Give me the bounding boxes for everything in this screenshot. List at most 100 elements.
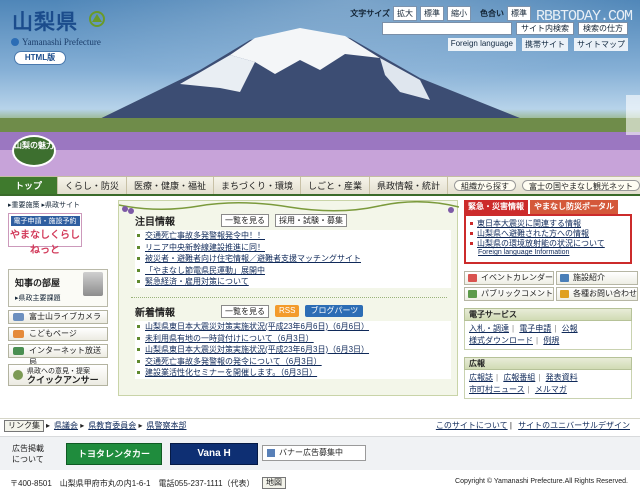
eservice-gazette-link[interactable]: 公報 <box>562 324 578 333</box>
color-label: 色合い <box>480 9 504 18</box>
eservice-apply-link[interactable]: 電子申請 <box>519 324 551 333</box>
quick-answer-button[interactable]: 県政への意見・提案 クイックアンサー <box>8 364 108 386</box>
nav-top[interactable]: トップ <box>0 177 58 194</box>
text-size-enlarge-button[interactable]: 拡大 <box>393 6 417 21</box>
hero-scroll-tab[interactable] <box>626 95 640 135</box>
governor-room[interactable]: 知事の部屋 ▸県政主要課題 <box>8 269 108 307</box>
site-logo[interactable]: 山梨県 Yamanashi Prefecture HTML版 <box>0 0 120 90</box>
vanah-banner[interactable]: Vana H <box>170 443 258 465</box>
color-standard-button[interactable]: 標準 <box>507 6 531 21</box>
link-pref-site[interactable]: 県政サイト <box>45 202 80 209</box>
nav-living[interactable]: くらし・防災 <box>58 177 127 194</box>
map-button[interactable]: 地図 <box>262 477 286 489</box>
divider: | <box>538 373 541 382</box>
html-version-badge[interactable]: HTML版 <box>14 51 66 65</box>
eservice-regulation-link[interactable]: 例規 <box>543 336 559 345</box>
list-item[interactable]: 交通死亡事故多発警報発令中！！ <box>135 230 451 242</box>
site-search-button[interactable]: サイト内検索 <box>516 22 574 35</box>
internet-tv-button[interactable]: インターネット放送局 <box>8 344 108 367</box>
toyota-rentacar-banner[interactable]: トヨタレンタカー <box>66 443 162 465</box>
link-key-policy[interactable]: 重要施策 <box>12 202 40 209</box>
blog-parts-button[interactable]: ブログパーツ <box>305 305 364 317</box>
attention-list-button[interactable]: 一覧を見る <box>221 213 269 227</box>
education-board-link[interactable]: 県教育委員会 <box>88 421 136 430</box>
eservice-forms-link[interactable]: 様式ダウンロード <box>469 336 533 345</box>
search-input[interactable] <box>382 22 512 35</box>
list-item[interactable]: 東日本大震災に関連する情報 <box>470 219 626 229</box>
nav-tourism[interactable]: 富士の国やまなし観光ネット <box>522 180 640 191</box>
eservice-bid-link[interactable]: 入札・調達 <box>469 324 509 333</box>
rss-button[interactable]: RSS <box>275 305 300 317</box>
nav-town[interactable]: まちづくり・環境 <box>214 177 301 194</box>
search-help-button[interactable]: 検索の仕方 <box>578 22 628 35</box>
list-item[interactable]: 山梨県東日本大震災対策実施状況(平成23年6月3日)（6月3日） <box>135 344 451 356</box>
banner-ad-recruit-label: バナー広告募集中 <box>279 448 343 457</box>
ad-label-line2: について <box>12 455 44 464</box>
foreign-info-link[interactable]: Foreign language Information <box>478 249 626 256</box>
charm-badge[interactable]: 山梨の魅力 <box>12 135 56 167</box>
list-item[interactable]: 山梨県へ避難された方への情報 <box>470 229 626 239</box>
mobile-site-link[interactable]: 携帯サイト <box>522 38 568 51</box>
links-bar: リンク集 ▸ 県議会 ▸ 県教育委員会 ▸ 県警察本部 このサイトについて | サイト… <box>0 418 640 432</box>
list-item[interactable]: 「やまなし節電県民運動」展開中 <box>135 265 451 277</box>
opinion-icon <box>13 370 23 380</box>
news-header: 新着情報 一覧を見る RSS ブログパーツ <box>135 304 451 319</box>
header-links: Foreign language 携帯サイト サイトマップ <box>447 38 628 51</box>
emergency-box: 東日本大震災に関連する情報 山梨県へ避難された方への情報 山梨県の環境放射能の状… <box>464 214 632 264</box>
governor-issues-link[interactable]: ▸県政主要課題 <box>15 293 61 303</box>
tab-bousai-portal[interactable]: やまなし防災ポータル <box>530 200 618 214</box>
list-item[interactable]: 交通死亡事故多発警報の発令について（6月3日） <box>135 356 451 368</box>
list-item[interactable]: 緊急経済・雇用対策について <box>135 276 451 288</box>
contact-label: 各種お問い合わせ <box>573 289 637 298</box>
event-calendar-button[interactable]: イベントカレンダー <box>464 271 554 285</box>
kids-page-label: こどもページ <box>29 329 77 338</box>
links-tag[interactable]: リンク集 <box>4 420 44 432</box>
tab-emergency[interactable]: 緊急・災害情報 <box>464 200 528 214</box>
kids-page-button[interactable]: こどもページ <box>8 327 108 341</box>
nav-health[interactable]: 医療・健康・福祉 <box>127 177 214 194</box>
nav-work[interactable]: しごと・産業 <box>301 177 370 194</box>
governor-photo <box>83 272 103 296</box>
nav-gov[interactable]: 県政情報・統計 <box>370 177 448 194</box>
fuji-camera-button[interactable]: 富士山ライブカメラ <box>8 310 108 324</box>
news-list-button[interactable]: 一覧を見る <box>221 304 269 318</box>
divider: | <box>536 336 539 345</box>
links-right: このサイトについて | サイトのユニバーサルデザイン <box>435 421 630 430</box>
tv-icon <box>13 347 24 355</box>
news-section: 新着情報 一覧を見る RSS ブログパーツ 山梨県東日本大震災対策実施状況(平成… <box>135 304 451 379</box>
text-size-shrink-button[interactable]: 縮小 <box>447 6 471 21</box>
recruit-button[interactable]: 採用・試験・募集 <box>275 213 347 227</box>
right-column: 緊急・災害情報 やまなし防災ポータル 東日本大震災に関連する情報 山梨県へ避難さ… <box>464 200 638 399</box>
text-size-standard-button[interactable]: 標準 <box>420 6 444 21</box>
foreign-language-link[interactable]: Foreign language <box>447 38 516 51</box>
pr-magazine-link[interactable]: 広報誌 <box>469 373 493 382</box>
ad-info-link[interactable]: 広告掲載 について <box>12 443 44 465</box>
news-title: 新着情報 <box>135 307 175 319</box>
list-item[interactable]: 被災者・避難者向け住宅情報／避難者支援マッチングサイト <box>135 253 451 265</box>
list-item[interactable]: 未利用県有地の一時貸付けについて（6月3日） <box>135 333 451 345</box>
nav-org-search[interactable]: 組織から探す <box>454 180 516 191</box>
pr-municipal-news-link[interactable]: 市町村ニュース <box>469 385 525 394</box>
calendar-icon <box>468 274 477 282</box>
universal-design-link[interactable]: サイトのユニバーサルデザイン <box>518 421 630 430</box>
banner-ad-recruit[interactable]: バナー広告募集中 <box>262 445 366 461</box>
main-content: 注目情報 一覧を見る 採用・試験・募集 交通死亡事故多発警報発令中！！ リニア中… <box>118 200 459 396</box>
list-item[interactable]: リニア中央新幹線建設推進に同！ <box>135 242 451 254</box>
public-comment-button[interactable]: パブリックコメント <box>464 287 554 301</box>
list-item[interactable]: 山梨県の環境放射能の状況について <box>470 239 626 249</box>
pr-release-link[interactable]: 発表資料 <box>546 373 578 382</box>
ad-label-line1: 広告掲載 <box>12 444 44 453</box>
pr-mailmag-link[interactable]: メルマガ <box>535 385 567 394</box>
e-application-banner[interactable]: 電子申請・施設予約 やまなしくらしねっと <box>8 213 82 256</box>
facility-button[interactable]: 施設紹介 <box>556 271 638 285</box>
assembly-link[interactable]: 県議会 <box>54 421 78 430</box>
list-item[interactable]: 建設業活性化セミナーを開催します。（6月3日） <box>135 367 451 379</box>
sitemap-link[interactable]: サイトマップ <box>574 38 628 51</box>
eservice-heading: 電子サービス <box>464 308 632 321</box>
list-item[interactable]: 山梨県東日本大震災対策実施状況(平成23年6月6日)（6月6日） <box>135 321 451 333</box>
pr-program-link[interactable]: 広報番組 <box>503 373 535 382</box>
about-site-link[interactable]: このサイトについて <box>436 421 508 430</box>
police-link[interactable]: 県警察本部 <box>147 421 187 430</box>
governor-issues-text: 県政主要課題 <box>18 295 61 302</box>
contact-button[interactable]: 各種お問い合わせ <box>556 287 638 301</box>
